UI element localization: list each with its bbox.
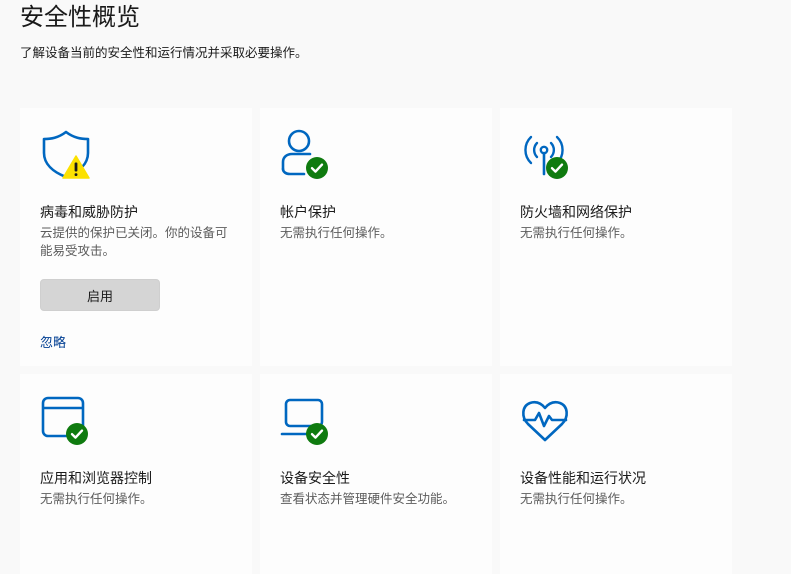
card-icon-container [280, 128, 332, 180]
device-security-card[interactable]: 设备安全性 查看状态并管理硬件安全功能。 [260, 374, 492, 574]
ignore-link[interactable]: 忽略 [40, 332, 66, 351]
card-title: 帐户保护 [280, 205, 336, 221]
card-icon-container [40, 394, 92, 446]
card-title: 防火墙和网络保护 [520, 205, 632, 221]
security-cards-grid: 病毒和威胁防护 云提供的保护已关闭。你的设备可能易受攻击。 启用 忽略 帐户保护… [20, 108, 734, 574]
checkmark-badge-icon [66, 423, 88, 445]
card-icon-container [520, 128, 572, 180]
card-title: 设备性能和运行状况 [520, 471, 646, 487]
account-protection-card[interactable]: 帐户保护 无需执行任何操作。 [260, 108, 492, 366]
page-subtitle: 了解设备当前的安全性和运行情况并采取必要操作。 [20, 45, 308, 60]
checkmark-badge-icon [546, 157, 568, 179]
heart-pulse-icon [522, 400, 568, 442]
card-title: 病毒和威胁防护 [40, 205, 138, 221]
checkmark-badge-icon [306, 157, 328, 179]
virus-threat-protection-card[interactable]: 病毒和威胁防护 云提供的保护已关闭。你的设备可能易受攻击。 启用 忽略 [20, 108, 252, 366]
card-icon-container [280, 394, 332, 446]
card-icon-container [40, 128, 92, 180]
page-title: 安全性概览 [20, 3, 140, 31]
card-description: 无需执行任何操作。 [280, 225, 393, 240]
card-description: 查看状态并管理硬件安全功能。 [280, 491, 456, 506]
enable-button[interactable]: 启用 [40, 279, 160, 311]
app-browser-control-card[interactable]: 应用和浏览器控制 无需执行任何操作。 [20, 374, 252, 574]
warning-icon [62, 155, 90, 179]
firewall-network-protection-card[interactable]: 防火墙和网络保护 无需执行任何操作。 [500, 108, 732, 366]
card-description: 无需执行任何操作。 [520, 225, 633, 240]
card-title: 设备安全性 [280, 471, 350, 487]
card-description: 无需执行任何操作。 [40, 491, 153, 506]
card-description: 云提供的保护已关闭。你的设备可能易受攻击。 [40, 225, 228, 258]
checkmark-badge-icon [306, 423, 328, 445]
card-icon-container [520, 394, 572, 446]
card-title: 应用和浏览器控制 [40, 471, 152, 487]
device-performance-health-card[interactable]: 设备性能和运行状况 无需执行任何操作。 [500, 374, 732, 574]
card-description: 无需执行任何操作。 [520, 491, 633, 506]
